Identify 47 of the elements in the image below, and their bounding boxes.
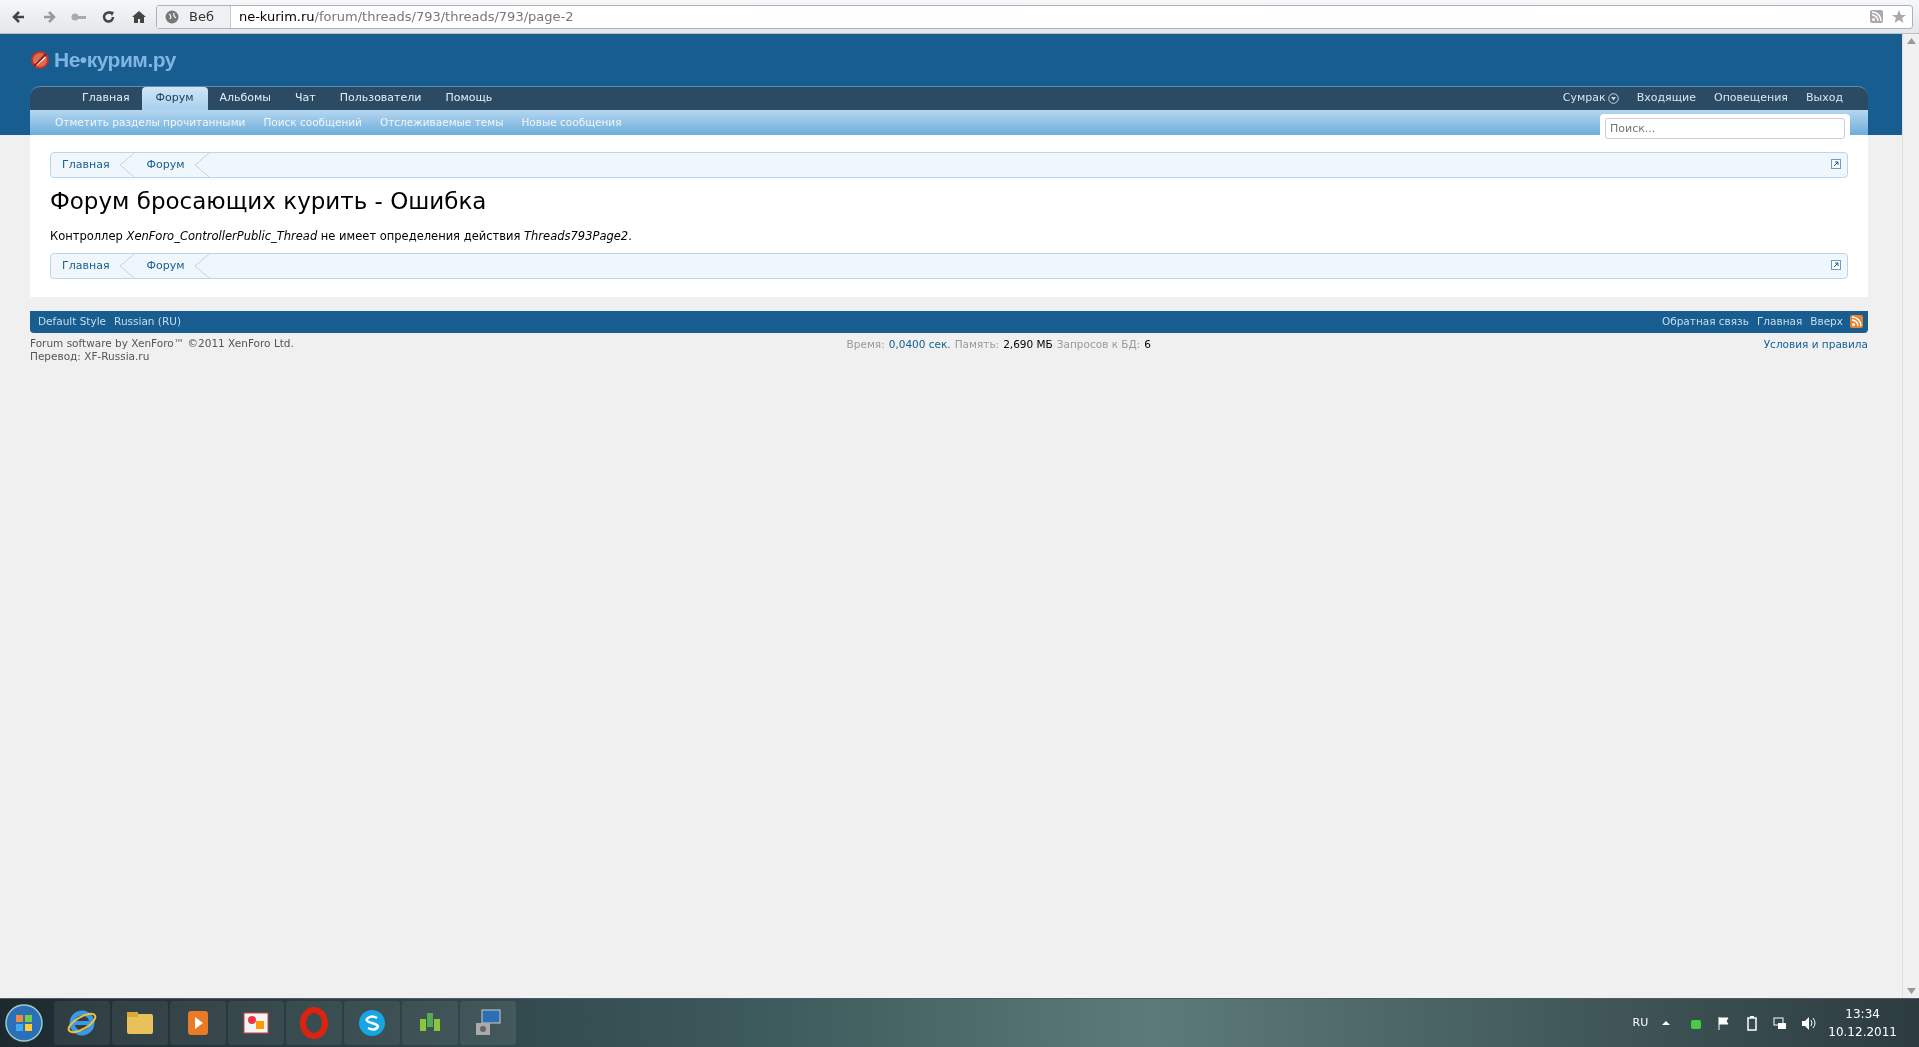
copyright-text: Перевод: XF-Russia.ru xyxy=(30,349,151,363)
language-indicator[interactable]: RU xyxy=(1632,1014,1649,1032)
terms-link[interactable]: Условия и правила xyxy=(1763,336,1868,353)
address-bar[interactable]: Веб ne-kurim.ru/forum/threads/793/threads/793/page-2 xyxy=(156,4,1913,29)
clock-date[interactable]: 10.12.2011 xyxy=(1828,1023,1897,1041)
user-link[interactable]: Сумрак xyxy=(1553,87,1628,110)
breadcrumb-link[interactable]: Главная xyxy=(51,253,136,278)
debug-value: 6 xyxy=(1144,336,1151,352)
error-message: Контроллер XenForo_ControllerPublic_Thread не имеет определения действия Threads793Page2. xyxy=(50,227,633,245)
search-field[interactable]: Поиск... xyxy=(1605,118,1845,139)
breadcrumb-link[interactable]: Форум xyxy=(135,153,211,177)
breadcrumb-link[interactable]: Форум xyxy=(135,253,211,278)
nav-tab[interactable]: Форум xyxy=(141,87,208,110)
volume-icon[interactable] xyxy=(1800,1015,1817,1031)
debug-value: 2,690 МБ xyxy=(1003,336,1053,352)
nav-tab[interactable]: Помощь xyxy=(433,87,505,110)
debug-link[interactable]: 0,0400 сек. xyxy=(888,336,951,363)
clock-time[interactable]: 13:34 xyxy=(1828,1005,1897,1023)
globe-icon xyxy=(165,9,179,24)
nav-tab[interactable]: Чат xyxy=(283,87,328,110)
copyright-text: Forum software by XenForo™ ©2011 XenForo Ltd. xyxy=(30,336,294,350)
debug-label: Время: xyxy=(846,336,885,352)
star-icon[interactable] xyxy=(1891,8,1907,25)
url-text: ne-kurim.ru/forum/threads/793/threads/793/page-2 xyxy=(237,7,574,26)
footer-link[interactable]: Вверх xyxy=(1806,313,1847,330)
start-button-icon[interactable] xyxy=(4,1003,44,1043)
scheme-label: Веб xyxy=(189,7,214,26)
footer-link[interactable]: Default Style xyxy=(34,313,111,330)
user-link[interactable]: Входящие xyxy=(1627,87,1705,110)
footer-link[interactable]: Главная xyxy=(1752,313,1807,330)
dropdown-icon xyxy=(1607,93,1619,104)
no-smoking-icon xyxy=(30,50,50,70)
rss-icon[interactable] xyxy=(1850,315,1863,329)
user-link[interactable]: Оповещения xyxy=(1705,87,1797,110)
footer-link[interactable]: Russian (RU) xyxy=(110,313,185,330)
jump-icon[interactable] xyxy=(1831,159,1841,169)
debug-label: Запросов к БД: xyxy=(1056,336,1141,352)
page-title: Форум бросающих курить - Ошибка xyxy=(50,188,488,216)
nav-tab[interactable]: Главная xyxy=(70,87,142,110)
nav-tab[interactable]: Пользователи xyxy=(327,87,434,110)
breadcrumb-link[interactable]: Главная xyxy=(51,153,136,177)
footer-link[interactable]: Обратная связь xyxy=(1657,313,1753,330)
nav-tab[interactable]: Альбомы xyxy=(207,87,284,110)
cloud-s-icon[interactable] xyxy=(356,1007,388,1039)
debug-label: Память: xyxy=(954,336,1000,352)
user-link[interactable]: Выход xyxy=(1796,87,1852,110)
jump-icon[interactable] xyxy=(1831,259,1841,270)
